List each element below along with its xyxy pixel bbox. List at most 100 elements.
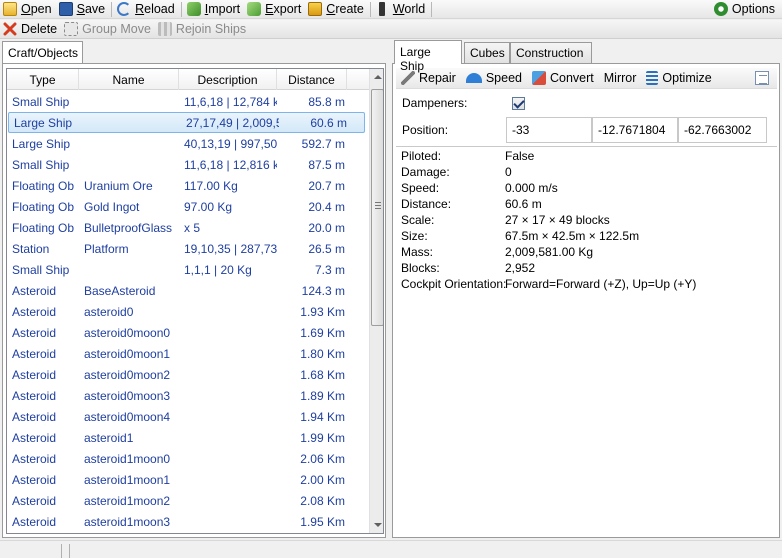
- table-row[interactable]: Large Ship 27,17,49 | 2,009,5 60.6 m: [8, 112, 365, 133]
- export-arrow-icon: [247, 2, 262, 16]
- vertical-scrollbar[interactable]: [369, 69, 383, 533]
- table-row[interactable]: Asteroid asteroid0moon0 1.69 Km: [7, 322, 367, 343]
- copy-icon[interactable]: [755, 71, 769, 85]
- cell-type: Asteroid: [12, 346, 57, 361]
- cell-type: Asteroid: [12, 493, 57, 508]
- cell-name: asteroid0moon2: [84, 367, 171, 382]
- cell-type: Small Ship: [12, 262, 70, 277]
- tab-construction[interactable]: Construction: [510, 42, 592, 63]
- table-row[interactable]: Asteroid asteroid0moon1 1.80 Km: [7, 343, 367, 364]
- cell-type: Large Ship: [12, 136, 71, 151]
- optimize-button[interactable]: Optimize: [641, 71, 716, 85]
- cell-type: Asteroid: [12, 304, 57, 319]
- cell-type: Small Ship: [12, 94, 70, 109]
- cell-distance: 1.68 Km: [300, 367, 345, 382]
- tab-label: Cubes: [470, 46, 505, 60]
- table-row[interactable]: Asteroid asteroid1moon0 2.06 Km: [7, 448, 367, 469]
- group-move-button[interactable]: Group Move: [61, 20, 155, 38]
- table-row[interactable]: Floating Ob BulletproofGlass x 5 20.0 m: [7, 217, 367, 238]
- table-row[interactable]: Asteroid BaseAsteroid 124.3 m: [7, 280, 367, 301]
- cell-description: 11,6,18 | 12,816 k: [184, 157, 277, 172]
- table-row[interactable]: Asteroid asteroid1moon3 1.95 Km: [7, 511, 367, 532]
- create-button[interactable]: Create: [305, 0, 368, 18]
- cell-distance: 1.99 Km: [300, 430, 345, 445]
- property-label: Speed:: [401, 181, 440, 195]
- convert-button[interactable]: Convert: [527, 71, 599, 85]
- position-z-field[interactable]: -62.7663002: [678, 117, 767, 143]
- tab-cubes[interactable]: Cubes: [464, 42, 510, 63]
- world-button[interactable]: World: [373, 0, 429, 18]
- property-label: Blocks:: [401, 261, 440, 275]
- cell-name: asteroid0: [84, 304, 134, 319]
- delete-button[interactable]: Delete: [0, 20, 61, 38]
- cell-distance: 85.8 m: [308, 94, 345, 109]
- property-value: 27 × 17 × 49 blocks: [505, 213, 610, 227]
- table-row[interactable]: Large Ship 40,13,19 | 997,50 592.7 m: [7, 133, 367, 154]
- property-label: Scale:: [401, 213, 435, 227]
- table-row[interactable]: Asteroid asteroid0 1.93 Km: [7, 301, 367, 322]
- cell-name: asteroid1moon2: [84, 493, 171, 508]
- cell-type: Small Ship: [12, 157, 70, 172]
- table-row[interactable]: Asteroid asteroid1moon1 2.00 Km: [7, 469, 367, 490]
- tab-craft-objects[interactable]: Craft/Objects: [2, 41, 83, 64]
- open-button[interactable]: Open: [0, 0, 56, 18]
- world-pin-icon: [378, 2, 385, 16]
- table-row[interactable]: Asteroid asteroid1 1.99 Km: [7, 427, 367, 448]
- cell-distance: 60.6 m: [310, 115, 347, 130]
- property-label: Damage:: [401, 165, 450, 179]
- property-value: 2,009,581.00 Kg: [505, 245, 594, 259]
- create-icon: [308, 2, 323, 16]
- speed-button[interactable]: Speed: [461, 71, 527, 85]
- table-row[interactable]: Asteroid asteroid0moon2 1.68 Km: [7, 364, 367, 385]
- dampeners-checkbox[interactable]: [512, 96, 525, 110]
- table-row[interactable]: Floating Ob Uranium Ore 117.00 Kg 20.7 m: [7, 175, 367, 196]
- position-x-field[interactable]: -33: [506, 117, 592, 143]
- cell-distance: 20.7 m: [308, 178, 345, 193]
- cell-name: asteroid1moon1: [84, 472, 171, 487]
- property-value: 2,952: [505, 261, 536, 275]
- cell-name: asteroid1moon3: [84, 514, 171, 529]
- repair-button[interactable]: Repair: [396, 71, 461, 85]
- save-button[interactable]: Save: [56, 0, 110, 18]
- cell-type: Asteroid: [12, 367, 57, 382]
- table-row[interactable]: Small Ship 1,1,1 | 20 Kg 7.3 m: [7, 259, 367, 280]
- mirror-button[interactable]: Mirror: [599, 71, 642, 85]
- table-row[interactable]: Small Ship 11,6,18 | 12,816 k 87.5 m: [7, 154, 367, 175]
- cell-type: Asteroid: [12, 388, 57, 403]
- cell-description: 117.00 Kg: [184, 178, 238, 193]
- ship-details-panel: Repair Speed Convert Mirror Optimize Dam…: [392, 63, 780, 538]
- folder-open-icon: [3, 2, 17, 16]
- cell-name: asteroid1moon0: [84, 451, 171, 466]
- cell-name: Uranium Ore: [84, 178, 153, 193]
- table-row[interactable]: Asteroid asteroid0moon4 1.94 Km: [7, 406, 367, 427]
- tab-label: Craft/Objects: [8, 46, 79, 60]
- table-row[interactable]: Small Ship 11,6,18 | 12,784 k 85.8 m: [7, 91, 367, 112]
- table-row[interactable]: Asteroid asteroid0moon3 1.89 Km: [7, 385, 367, 406]
- import-button[interactable]: Import: [184, 0, 244, 18]
- tab-large-ship[interactable]: Large Ship: [394, 40, 462, 73]
- table-row[interactable]: Floating Ob Gold Ingot 97.00 Kg 20.4 m: [7, 196, 367, 217]
- position-y-field[interactable]: -12.7671804: [592, 117, 678, 143]
- optimize-sort-icon: [646, 71, 659, 85]
- column-header-type[interactable]: Type: [7, 69, 79, 90]
- scroll-down-icon[interactable]: [374, 523, 382, 527]
- reload-button[interactable]: Reload: [114, 0, 179, 18]
- scroll-thumb[interactable]: [371, 89, 383, 326]
- grip-icon: [375, 202, 381, 209]
- reload-icon: [117, 2, 132, 16]
- table-row[interactable]: Asteroid asteroid1moon2 2.08 Km: [7, 490, 367, 511]
- cell-type: Asteroid: [12, 430, 57, 445]
- export-button[interactable]: Export: [244, 0, 305, 18]
- group-move-icon: [64, 22, 79, 36]
- cell-type: Asteroid: [12, 325, 57, 340]
- dampeners-label: Dampeners:: [402, 96, 468, 110]
- table-row[interactable]: Station Platform 19,10,35 | 287,73 26.5 m: [7, 238, 367, 259]
- column-header-name[interactable]: Name: [79, 69, 179, 90]
- rejoin-ships-button[interactable]: Rejoin Ships: [155, 20, 250, 38]
- column-header-distance[interactable]: Distance: [277, 69, 347, 90]
- position-row: Position: -33 -12.7671804 -62.7663002: [396, 117, 777, 143]
- options-button[interactable]: Options: [711, 0, 779, 18]
- column-header-description[interactable]: Description: [179, 69, 277, 90]
- scroll-up-icon[interactable]: [374, 75, 382, 79]
- convert-icon: [531, 71, 546, 85]
